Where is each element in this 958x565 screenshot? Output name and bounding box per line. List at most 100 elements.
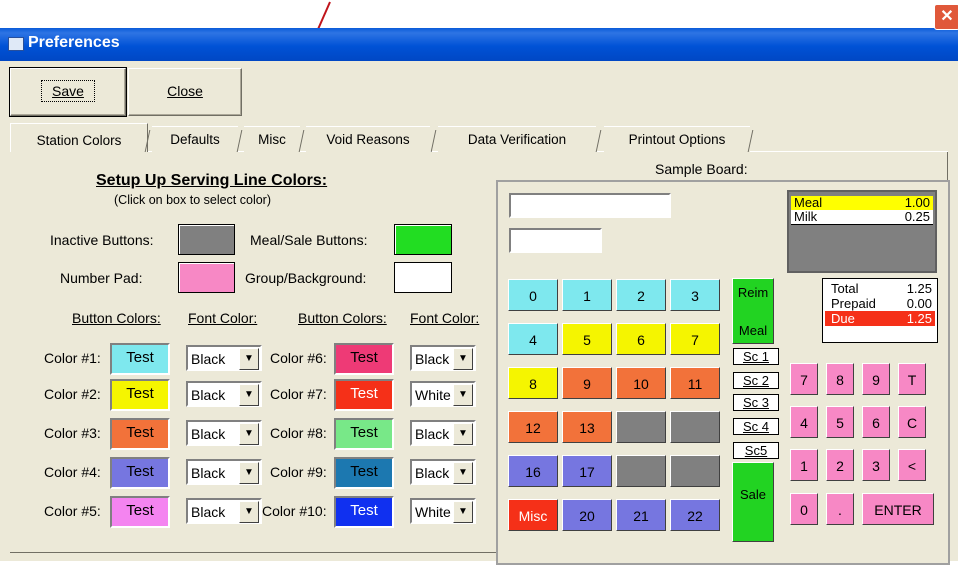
sample-key[interactable]	[670, 411, 720, 443]
sc-button[interactable]: Sc 4	[733, 418, 779, 435]
sample-key[interactable]	[616, 455, 666, 487]
app-icon	[8, 37, 24, 51]
sc-button[interactable]: Sc5	[733, 442, 779, 459]
numpad-key-zero[interactable]: 0	[790, 493, 818, 525]
test-swatch[interactable]: Test	[334, 343, 394, 375]
tab-printout-options[interactable]: Printout Options	[604, 126, 750, 152]
font-color-dropdown[interactable]: White ▼	[410, 381, 476, 407]
font-color-dropdown[interactable]: Black ▼	[410, 459, 476, 485]
test-swatch[interactable]: Test	[110, 496, 170, 528]
numpad-key[interactable]: <	[898, 449, 926, 481]
numpad-key[interactable]: 3	[862, 449, 890, 481]
font-color-dropdown[interactable]: Black ▼	[410, 420, 476, 446]
sample-key[interactable]: 7	[670, 323, 720, 355]
tab-defaults[interactable]: Defaults	[152, 126, 238, 152]
sample-key[interactable]: 13	[562, 411, 612, 443]
tab-separator	[594, 128, 604, 152]
test-swatch[interactable]: Test	[110, 343, 170, 375]
sample-key[interactable]: 8	[508, 367, 558, 399]
tab-station-colors[interactable]: Station Colors	[10, 123, 148, 153]
sale-button[interactable]: Sale	[732, 462, 774, 542]
numpad-key[interactable]: 6	[862, 406, 890, 438]
test-swatch[interactable]: Test	[110, 457, 170, 489]
sample-key[interactable]: 11	[670, 367, 720, 399]
meal-sale-buttons-swatch[interactable]	[394, 224, 452, 255]
font-color-value: White	[415, 504, 451, 520]
save-button[interactable]: Save	[9, 67, 127, 117]
font-color-value: White	[415, 387, 451, 403]
sc-button[interactable]: Sc 1	[733, 348, 779, 365]
color-label: Color #5:	[44, 503, 101, 519]
number-pad-swatch[interactable]	[178, 262, 235, 293]
sample-board-title: Sample Board:	[655, 161, 748, 177]
close-window-button[interactable]: ✕	[934, 4, 958, 30]
numpad-key-dot[interactable]: .	[826, 493, 854, 525]
tab-misc[interactable]: Misc	[244, 126, 300, 152]
test-swatch[interactable]: Test	[110, 379, 170, 411]
reim-meal-button[interactable]: Reim Meal	[732, 278, 774, 344]
numpad-key[interactable]: 2	[826, 449, 854, 481]
sample-key[interactable]: 22	[670, 499, 720, 531]
numpad-key[interactable]: C	[898, 406, 926, 438]
sample-key[interactable]: 2	[616, 279, 666, 311]
sample-key[interactable]: 0	[508, 279, 558, 311]
receipt-item-value: 1.00	[904, 195, 930, 210]
test-swatch[interactable]: Test	[334, 418, 394, 450]
inactive-buttons-swatch[interactable]	[178, 224, 235, 255]
color-label: Color #10:	[262, 503, 327, 519]
sample-key[interactable]	[616, 411, 666, 443]
chevron-down-icon: ▼	[453, 423, 473, 445]
sample-name-field	[509, 193, 671, 218]
sc-button[interactable]: Sc 2	[733, 372, 779, 389]
sample-key[interactable]: 16	[508, 455, 558, 487]
font-color-header-left: Font Color:	[188, 310, 258, 326]
close-button[interactable]: Close	[128, 68, 242, 116]
numpad-key[interactable]: 9	[862, 363, 890, 395]
color-label: Color #2:	[44, 386, 101, 402]
chevron-down-icon: ▼	[453, 462, 473, 484]
numpad-key[interactable]: T	[898, 363, 926, 395]
font-color-value: Black	[415, 426, 450, 442]
test-swatch[interactable]: Test	[110, 418, 170, 450]
chevron-down-icon: ▼	[453, 384, 473, 406]
sample-key[interactable]: 5	[562, 323, 612, 355]
font-color-dropdown[interactable]: Black ▼	[186, 345, 262, 371]
test-swatch[interactable]: Test	[334, 379, 394, 411]
font-color-dropdown[interactable]: Black ▼	[186, 420, 262, 446]
chevron-down-icon: ▼	[239, 501, 259, 523]
sample-key[interactable]	[670, 455, 720, 487]
sample-key[interactable]: 20	[562, 499, 612, 531]
font-color-dropdown[interactable]: Black ▼	[186, 459, 262, 485]
font-color-dropdown[interactable]: White ▼	[410, 498, 476, 524]
sample-key[interactable]: Misc	[508, 499, 558, 531]
sample-key[interactable]: 17	[562, 455, 612, 487]
close-icon: ✕	[940, 8, 954, 25]
sample-key[interactable]: 4	[508, 323, 558, 355]
group-background-swatch[interactable]	[394, 262, 452, 293]
window-title: Preferences	[28, 34, 120, 51]
total-name: Due	[831, 311, 855, 326]
sample-key[interactable]: 10	[616, 367, 666, 399]
numpad-key[interactable]: 1	[790, 449, 818, 481]
numpad-key[interactable]: 4	[790, 406, 818, 438]
font-color-dropdown[interactable]: Black ▼	[410, 345, 476, 371]
sample-key[interactable]: 1	[562, 279, 612, 311]
test-swatch[interactable]: Test	[334, 457, 394, 489]
numpad-key[interactable]: 5	[826, 406, 854, 438]
font-color-dropdown[interactable]: Black ▼	[186, 381, 262, 407]
enter-button[interactable]: ENTER	[862, 493, 934, 525]
test-swatch[interactable]: Test	[334, 496, 394, 528]
tab-data-verification[interactable]: Data Verification	[438, 126, 596, 152]
sample-key[interactable]: 12	[508, 411, 558, 443]
sample-key[interactable]: 21	[616, 499, 666, 531]
sample-key[interactable]: 6	[616, 323, 666, 355]
numpad-key[interactable]: 8	[826, 363, 854, 395]
font-color-value: Black	[191, 351, 226, 367]
receipt-item-name: Meal	[794, 195, 823, 210]
tab-void-reasons[interactable]: Void Reasons	[306, 126, 430, 152]
font-color-dropdown[interactable]: Black ▼	[186, 498, 262, 524]
sample-key[interactable]: 3	[670, 279, 720, 311]
sc-button[interactable]: Sc 3	[733, 394, 779, 411]
sample-key[interactable]: 9	[562, 367, 612, 399]
numpad-key[interactable]: 7	[790, 363, 818, 395]
